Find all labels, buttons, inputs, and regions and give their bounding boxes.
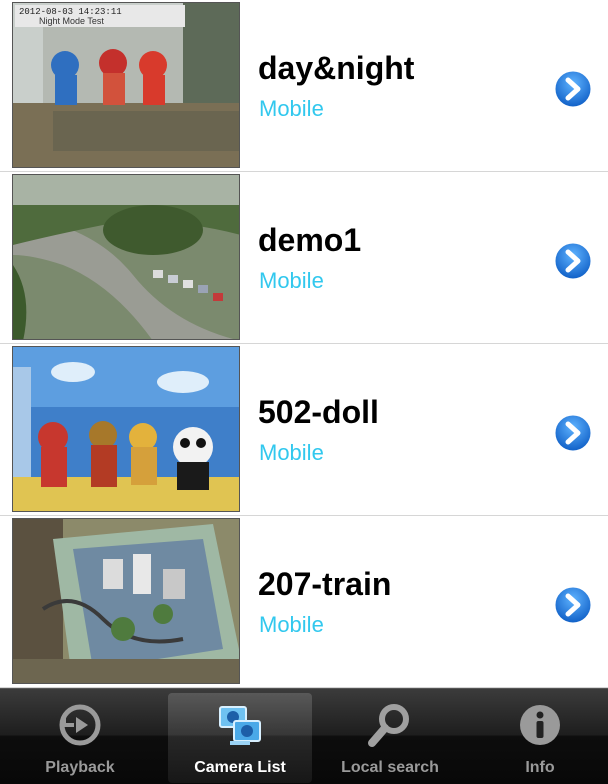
camera-thumbnail[interactable]: [12, 174, 240, 340]
camera-name: day&night: [258, 50, 415, 86]
search-icon: [368, 704, 409, 747]
camera-type: Mobile: [259, 612, 324, 637]
tab-label: Playback: [45, 759, 115, 776]
chevron-right-icon[interactable]: [551, 583, 595, 627]
camera-name: 502-doll: [258, 394, 379, 430]
tab-label: Local search: [341, 759, 439, 776]
overlay-text: Night Mode Test: [39, 16, 104, 26]
camera-list-icon: [219, 706, 261, 745]
tab-camera-list[interactable]: Camera List: [168, 693, 312, 783]
camera-list: 2012-08-03 14:23:11 Night Mode Test day&…: [0, 0, 608, 688]
chevron-right-icon[interactable]: [551, 67, 595, 111]
tab-info[interactable]: Info: [468, 693, 608, 783]
camera-row-day-night[interactable]: 2012-08-03 14:23:11 Night Mode Test day&…: [0, 0, 608, 172]
camera-row-207-train[interactable]: 207-train Mobile: [0, 516, 608, 688]
camera-row-502-doll[interactable]: 502-doll Mobile: [0, 344, 608, 516]
camera-thumbnail[interactable]: 2012-08-03 14:23:11 Night Mode Test: [12, 2, 240, 168]
tab-local-search[interactable]: Local search: [318, 693, 462, 783]
chevron-right-icon[interactable]: [551, 239, 595, 283]
camera-name: 207-train: [258, 566, 392, 602]
tab-label: Info: [525, 759, 555, 776]
camera-thumbnail[interactable]: [12, 346, 240, 512]
camera-name: demo1: [258, 222, 362, 258]
chevron-right-icon[interactable]: [551, 411, 595, 455]
camera-row-demo1[interactable]: demo1 Mobile: [0, 172, 608, 344]
camera-type: Mobile: [259, 268, 324, 293]
info-icon: [520, 705, 560, 745]
camera-type: Mobile: [259, 96, 324, 121]
playback-icon: [59, 704, 101, 746]
tab-playback[interactable]: Playback: [8, 693, 152, 783]
camera-type: Mobile: [259, 440, 324, 465]
camera-list-screen: 2012-08-03 14:23:11 Night Mode Test day&…: [0, 0, 608, 784]
camera-thumbnail[interactable]: [12, 518, 240, 684]
tab-bar: Playback Camera List Local search Info: [0, 688, 608, 784]
tab-label: Camera List: [194, 759, 286, 776]
